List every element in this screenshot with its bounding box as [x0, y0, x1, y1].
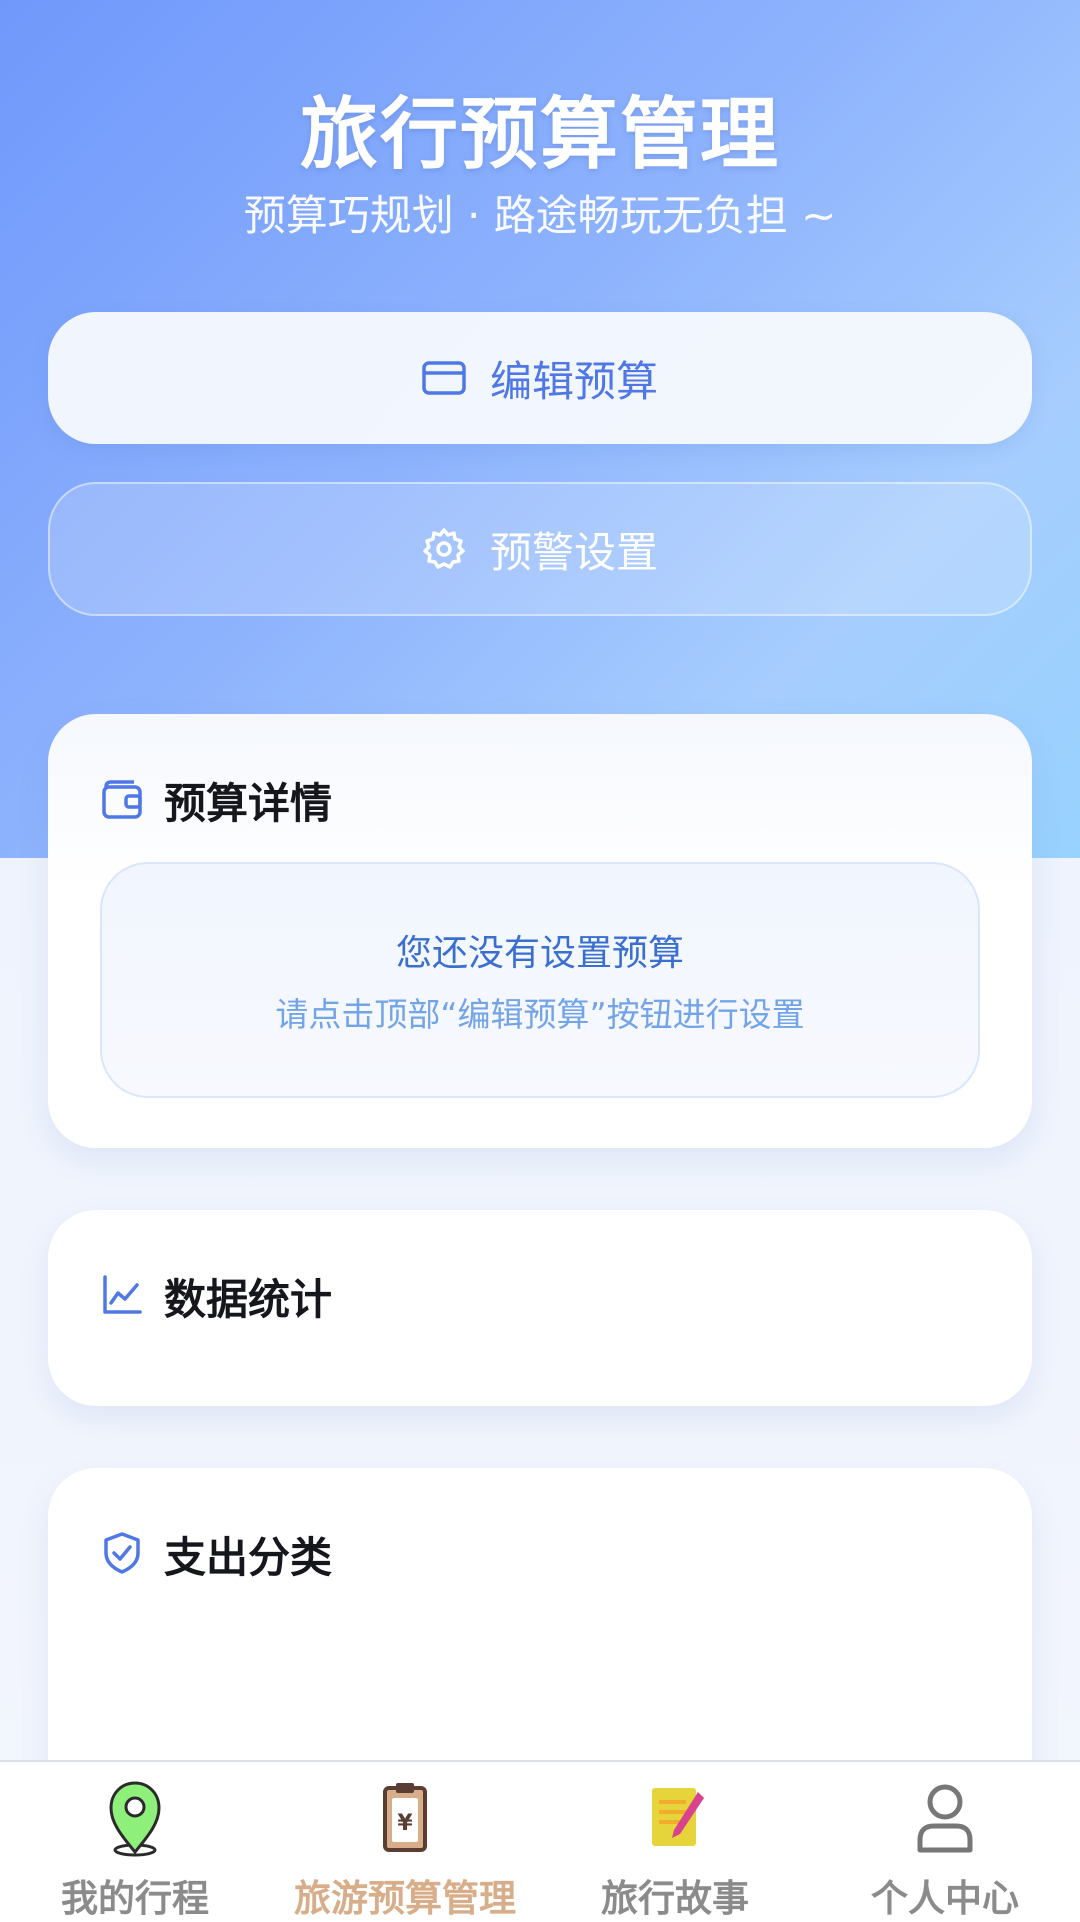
tab-profile[interactable]: 个人中心 [810, 1762, 1080, 1922]
category-header: 支出分类 [100, 1524, 332, 1585]
budget-detail-card: 预算详情 您还没有设置预算 请点击顶部“编辑预算”按钮进行设置 [48, 714, 1032, 1148]
statistics-card: 数据统计 [48, 1210, 1032, 1406]
shield-check-icon [100, 1531, 144, 1579]
svg-text:¥: ¥ [397, 1811, 413, 1836]
card-icon [422, 361, 466, 395]
page-title: 旅行预算管理 [299, 90, 780, 180]
tab-budget[interactable]: ¥ 旅游预算管理 [270, 1762, 540, 1922]
edit-budget-button[interactable]: 编辑预算 [48, 312, 1032, 444]
alert-settings-label: 预警设置 [489, 527, 658, 577]
tab-travel-stories[interactable]: 旅行故事 [540, 1762, 810, 1922]
tab-my-trips-label: 我的行程 [61, 1877, 209, 1920]
empty-title: 您还没有设置预算 [395, 933, 684, 974]
notebook-pen-icon [640, 1778, 710, 1862]
empty-hint: 请点击顶部“编辑预算”按钮进行设置 [275, 995, 805, 1034]
tab-budget-label: 旅游预算管理 [294, 1877, 516, 1920]
statistics-header: 数据统计 [100, 1266, 332, 1327]
map-pin-icon [100, 1778, 170, 1862]
statistics-title: 数据统计 [164, 1275, 333, 1324]
category-title: 支出分类 [164, 1533, 333, 1582]
alert-settings-button[interactable]: 预警设置 [48, 482, 1032, 616]
tab-profile-label: 个人中心 [871, 1877, 1019, 1920]
tab-my-trips[interactable]: 我的行程 [0, 1762, 270, 1922]
clipboard-budget-icon: ¥ [370, 1778, 440, 1862]
budget-detail-header: 预算详情 [100, 770, 332, 831]
bottom-tab-bar: 我的行程 ¥ 旅游预算管理 旅行故事 个人中心 [0, 1760, 1080, 1922]
user-icon [910, 1778, 980, 1862]
line-chart-icon [100, 1273, 144, 1321]
budget-empty-state: 您还没有设置预算 请点击顶部“编辑预算”按钮进行设置 [100, 862, 980, 1098]
edit-budget-label: 编辑预算 [489, 356, 658, 406]
page-subtitle: 预算巧规划 · 路途畅玩无负担 ~ [243, 191, 837, 240]
tab-travel-stories-label: 旅行故事 [601, 1877, 749, 1920]
budget-detail-title: 预算详情 [164, 779, 333, 828]
wallet-icon [100, 777, 144, 825]
gear-icon [422, 527, 466, 571]
